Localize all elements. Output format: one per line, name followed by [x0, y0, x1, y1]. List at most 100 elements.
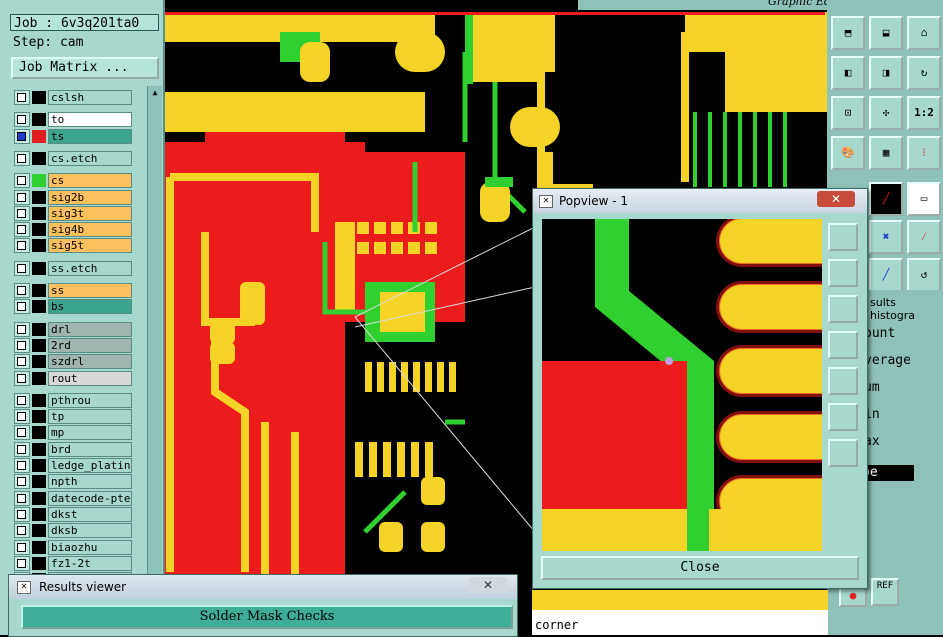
- palette-icon[interactable]: 🎨: [831, 136, 865, 170]
- popview-close-button[interactable]: Close: [541, 556, 859, 580]
- job-matrix-button[interactable]: Job Matrix ...: [11, 57, 159, 79]
- layer-name[interactable]: datecode-pte: [48, 490, 132, 506]
- layer-row-ts[interactable]: ts: [14, 128, 132, 144]
- layer-checkbox[interactable]: [17, 302, 26, 312]
- layer-checkbox[interactable]: [17, 263, 26, 273]
- layer-name[interactable]: sig2b: [48, 189, 132, 205]
- layer-checkbox[interactable]: [17, 444, 26, 454]
- layer-checkbox[interactable]: [17, 208, 26, 218]
- snap-icon[interactable]: ⁝: [907, 136, 941, 170]
- popview-pan-left-icon[interactable]: [828, 331, 858, 359]
- layer-name[interactable]: ss: [48, 283, 132, 298]
- rotate-icon[interactable]: ↻: [907, 56, 941, 90]
- layer-row-dksb[interactable]: dksb: [14, 523, 132, 539]
- layer-name[interactable]: fz1-2t: [48, 555, 132, 571]
- layer-row-cslsh[interactable]: cslsh: [14, 90, 132, 105]
- layer-checkbox[interactable]: [17, 428, 26, 438]
- move-down-icon[interactable]: ⬓: [869, 16, 903, 50]
- layer-checkbox[interactable]: [17, 526, 26, 536]
- histogram-selected[interactable]: pe: [862, 465, 914, 481]
- layer-checkbox[interactable]: [17, 493, 26, 503]
- layer-checkbox[interactable]: [17, 461, 26, 470]
- layer-checkbox[interactable]: [17, 357, 26, 367]
- ruler-icon[interactable]: ▭: [907, 182, 941, 216]
- layer-row-biaozhu[interactable]: biaozhu: [14, 539, 132, 555]
- layer-row-bs[interactable]: bs: [14, 299, 132, 315]
- layer-row-szdrl[interactable]: szdrl: [14, 354, 132, 370]
- undo-icon[interactable]: ↺: [907, 258, 941, 292]
- layer-scrollbar[interactable]: ▲: [147, 86, 162, 576]
- layer-checkbox[interactable]: [17, 542, 26, 552]
- scroll-up-arrow-icon[interactable]: ▲: [150, 88, 160, 98]
- grid-icon[interactable]: ▦: [869, 136, 903, 170]
- popview-titlebar[interactable]: ✕ Popview - 1 ✕: [533, 189, 867, 213]
- layer-name[interactable]: mp: [48, 425, 132, 441]
- popview-pan-down-icon[interactable]: [828, 295, 858, 323]
- popview-center-icon[interactable]: [828, 439, 858, 467]
- layer-row-drl[interactable]: drl: [14, 321, 132, 337]
- layer-row-rout[interactable]: rout: [14, 370, 132, 386]
- layer-checkbox[interactable]: [17, 395, 26, 405]
- layer-checkbox[interactable]: [17, 373, 26, 383]
- layer-name[interactable]: to: [48, 112, 132, 128]
- results-close-icon[interactable]: ✕: [469, 577, 507, 593]
- layer-name[interactable]: sig4b: [48, 222, 132, 238]
- layer-row-ledge_platin[interactable]: ledge_platin: [14, 458, 132, 473]
- layer-name[interactable]: brd: [48, 441, 132, 457]
- layer-row-pthrou[interactable]: pthrou: [14, 392, 132, 408]
- layer-checkbox[interactable]: [17, 131, 26, 141]
- layer-checkbox[interactable]: [17, 340, 26, 350]
- node-icon[interactable]: ⁄: [907, 220, 941, 254]
- layer-checkbox[interactable]: [17, 192, 26, 202]
- popview-fit-icon[interactable]: [828, 403, 858, 431]
- center-icon[interactable]: ✣: [869, 96, 903, 130]
- popview-pan-right-icon[interactable]: [828, 367, 858, 395]
- solder-mask-checks-button[interactable]: Solder Mask Checks: [21, 605, 513, 629]
- layer-name[interactable]: ledge_platin: [48, 458, 132, 473]
- popview-zoom-in-icon[interactable]: [828, 223, 858, 251]
- layer-name[interactable]: sig3t: [48, 205, 132, 221]
- move-up-icon[interactable]: ⬒: [831, 16, 865, 50]
- layer-name[interactable]: 2rd: [48, 337, 132, 353]
- layer-row-cs.etch[interactable]: cs.etch: [14, 150, 132, 166]
- results-titlebar[interactable]: ✕ Results viewer ✕: [9, 575, 517, 599]
- layer-name[interactable]: cs: [48, 173, 132, 189]
- measure-icon[interactable]: ╱: [869, 258, 903, 292]
- layer-checkbox[interactable]: [17, 558, 26, 568]
- layer-row-datecode-pte[interactable]: datecode-pte: [14, 490, 132, 506]
- layer-name[interactable]: cs.etch: [48, 150, 132, 166]
- layer-name[interactable]: szdrl: [48, 354, 132, 370]
- layer-checkbox[interactable]: [17, 115, 26, 125]
- layer-row-sig3t[interactable]: sig3t: [14, 205, 132, 221]
- popview-close-icon[interactable]: ✕: [817, 191, 855, 207]
- layer-row-dkst[interactable]: dkst: [14, 506, 132, 522]
- layer-row-sig2b[interactable]: sig2b: [14, 189, 132, 205]
- layer-name[interactable]: biaozhu: [48, 539, 132, 555]
- layer-checkbox[interactable]: [17, 286, 26, 295]
- layer-name[interactable]: npth: [48, 474, 132, 490]
- zoom-ratio-button[interactable]: 1:2: [907, 96, 941, 130]
- layer-name[interactable]: sig5t: [48, 238, 132, 254]
- layer-row-ss[interactable]: ss: [14, 283, 132, 298]
- layer-row-fz1-2t[interactable]: fz1-2t: [14, 555, 132, 571]
- layer-checkbox[interactable]: [17, 324, 26, 334]
- layer-row-sig4b[interactable]: sig4b: [14, 222, 132, 238]
- layer-checkbox[interactable]: [17, 412, 26, 422]
- cross-icon[interactable]: ✖: [869, 220, 903, 254]
- layer-row-brd[interactable]: brd: [14, 441, 132, 457]
- layer-name[interactable]: rout: [48, 370, 132, 386]
- layer-name[interactable]: bs: [48, 299, 132, 315]
- layer-checkbox[interactable]: [17, 93, 26, 102]
- popview-zoom-view[interactable]: [542, 219, 822, 551]
- layer-name[interactable]: tp: [48, 409, 132, 425]
- layer-checkbox[interactable]: [17, 225, 26, 235]
- layer-checkbox[interactable]: [17, 477, 26, 487]
- layer-name[interactable]: pthrou: [48, 392, 132, 408]
- layer-row-ss.etch[interactable]: ss.etch: [14, 260, 132, 276]
- layer-name[interactable]: ss.etch: [48, 260, 132, 276]
- layer-name[interactable]: dksb: [48, 523, 132, 539]
- layer-checkbox[interactable]: [17, 241, 26, 251]
- ref-button[interactable]: REF: [871, 578, 899, 606]
- layer-row-sig5t[interactable]: sig5t: [14, 238, 132, 254]
- move-left-icon[interactable]: ◧: [831, 56, 865, 90]
